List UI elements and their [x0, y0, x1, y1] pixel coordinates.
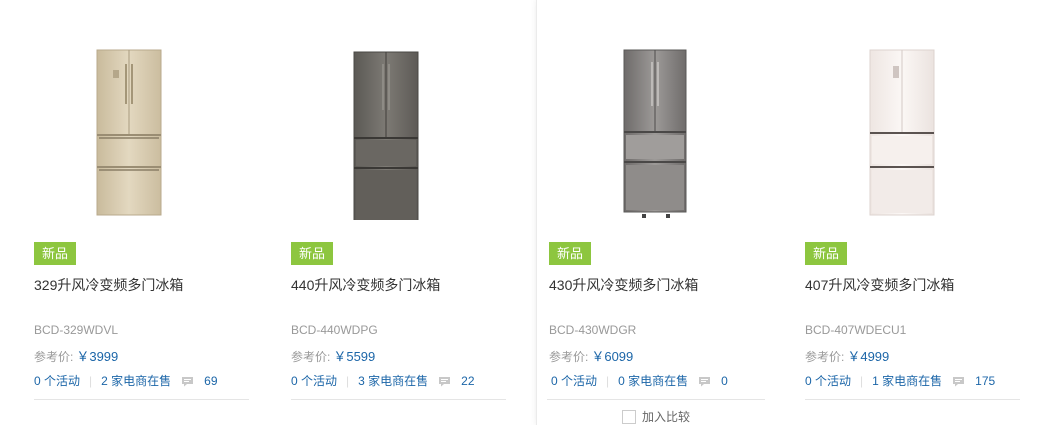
- meta-row: 0 个活动 | 0 家电商在售 0: [551, 372, 728, 389]
- comment-icon: [181, 376, 194, 386]
- product-model: BCD-440WDPG: [291, 323, 378, 337]
- product-title[interactable]: 440升风冷变频多门冰箱: [291, 275, 440, 295]
- comment-icon: [698, 376, 711, 386]
- separator: |: [89, 373, 93, 388]
- comment-count[interactable]: 69: [204, 374, 217, 388]
- sellers-link[interactable]: 1 家电商在售: [872, 372, 942, 389]
- product-title[interactable]: 407升风冷变频多门冰箱: [805, 275, 954, 295]
- white-french-door-fridge-image: [869, 49, 934, 216]
- sellers-link[interactable]: 0 家电商在售: [618, 372, 688, 389]
- sellers-link[interactable]: 3 家电商在售: [358, 372, 428, 389]
- separator: |: [606, 373, 610, 388]
- product-image[interactable]: [537, 40, 775, 230]
- new-badge: 新品: [549, 242, 591, 265]
- price-label: 参考价:: [805, 350, 845, 364]
- product-card[interactable]: 新品 430升风冷变频多门冰箱 BCD-430WDGR 参考价: ￥6099 0 …: [536, 0, 776, 425]
- meta-row: 0 个活动 | 2 家电商在售 69: [34, 372, 218, 389]
- comment-icon: [952, 376, 965, 386]
- product-card[interactable]: 新品 407升风冷变频多门冰箱 BCD-407WDECU1 参考价: ￥4999 …: [771, 0, 1028, 425]
- product-card[interactable]: 新品 440升风冷变频多门冰箱 BCD-440WDPG 参考价: ￥5599 0 …: [257, 0, 514, 425]
- product-card[interactable]: 新品 329升风冷变频多门冰箱 BCD-329WDVL 参考价: ￥3999 0 …: [0, 0, 257, 425]
- product-model: BCD-407WDECU1: [805, 323, 907, 337]
- separator: |: [860, 373, 864, 388]
- compare-label[interactable]: 加入比较: [642, 408, 690, 425]
- compare-checkbox[interactable]: [621, 409, 636, 424]
- price-value: ￥3999: [76, 349, 119, 364]
- divider: [34, 399, 249, 400]
- price-row: 参考价: ￥3999: [34, 346, 118, 365]
- comment-count[interactable]: 175: [975, 374, 995, 388]
- product-image[interactable]: [257, 40, 514, 230]
- new-badge: 新品: [34, 242, 76, 265]
- add-to-compare[interactable]: 加入比较: [537, 408, 775, 425]
- meta-row: 0 个活动 | 1 家电商在售 175: [805, 372, 995, 389]
- product-image[interactable]: [771, 40, 1028, 230]
- product-title[interactable]: 430升风冷变频多门冰箱: [549, 275, 698, 295]
- comment-count[interactable]: 0: [721, 374, 728, 388]
- activities-link[interactable]: 0 个活动: [551, 372, 597, 389]
- price-value: ￥4999: [847, 349, 890, 364]
- sellers-link[interactable]: 2 家电商在售: [101, 372, 171, 389]
- product-title[interactable]: 329升风冷变频多门冰箱: [34, 275, 183, 295]
- product-model: BCD-430WDGR: [549, 323, 637, 337]
- price-label: 参考价:: [291, 350, 331, 364]
- divider: [805, 399, 1020, 400]
- divider: [547, 399, 765, 400]
- product-model: BCD-329WDVL: [34, 323, 119, 337]
- new-badge: 新品: [291, 242, 333, 265]
- silver-french-door-fridge-image: [623, 49, 687, 218]
- activities-link[interactable]: 0 个活动: [805, 372, 851, 389]
- price-row: 参考价: ￥5599: [291, 346, 375, 365]
- product-image[interactable]: [0, 40, 257, 230]
- price-row: 参考价: ￥4999: [805, 346, 889, 365]
- price-value: ￥5599: [333, 349, 376, 364]
- price-label: 参考价:: [34, 350, 74, 364]
- new-badge: 新品: [805, 242, 847, 265]
- meta-row: 0 个活动 | 3 家电商在售 22: [291, 372, 475, 389]
- separator: |: [346, 373, 350, 388]
- divider: [291, 399, 506, 400]
- price-value: ￥6099: [591, 349, 634, 364]
- activities-link[interactable]: 0 个活动: [34, 372, 80, 389]
- gray-french-door-fridge-image: [353, 51, 418, 220]
- gold-french-door-fridge-image: [96, 49, 161, 216]
- price-row: 参考价: ￥6099: [549, 346, 633, 365]
- price-label: 参考价:: [549, 350, 589, 364]
- product-grid: 新品 329升风冷变频多门冰箱 BCD-329WDVL 参考价: ￥3999 0 …: [0, 0, 1056, 425]
- comment-count[interactable]: 22: [461, 374, 474, 388]
- activities-link[interactable]: 0 个活动: [291, 372, 337, 389]
- comment-icon: [438, 376, 451, 386]
